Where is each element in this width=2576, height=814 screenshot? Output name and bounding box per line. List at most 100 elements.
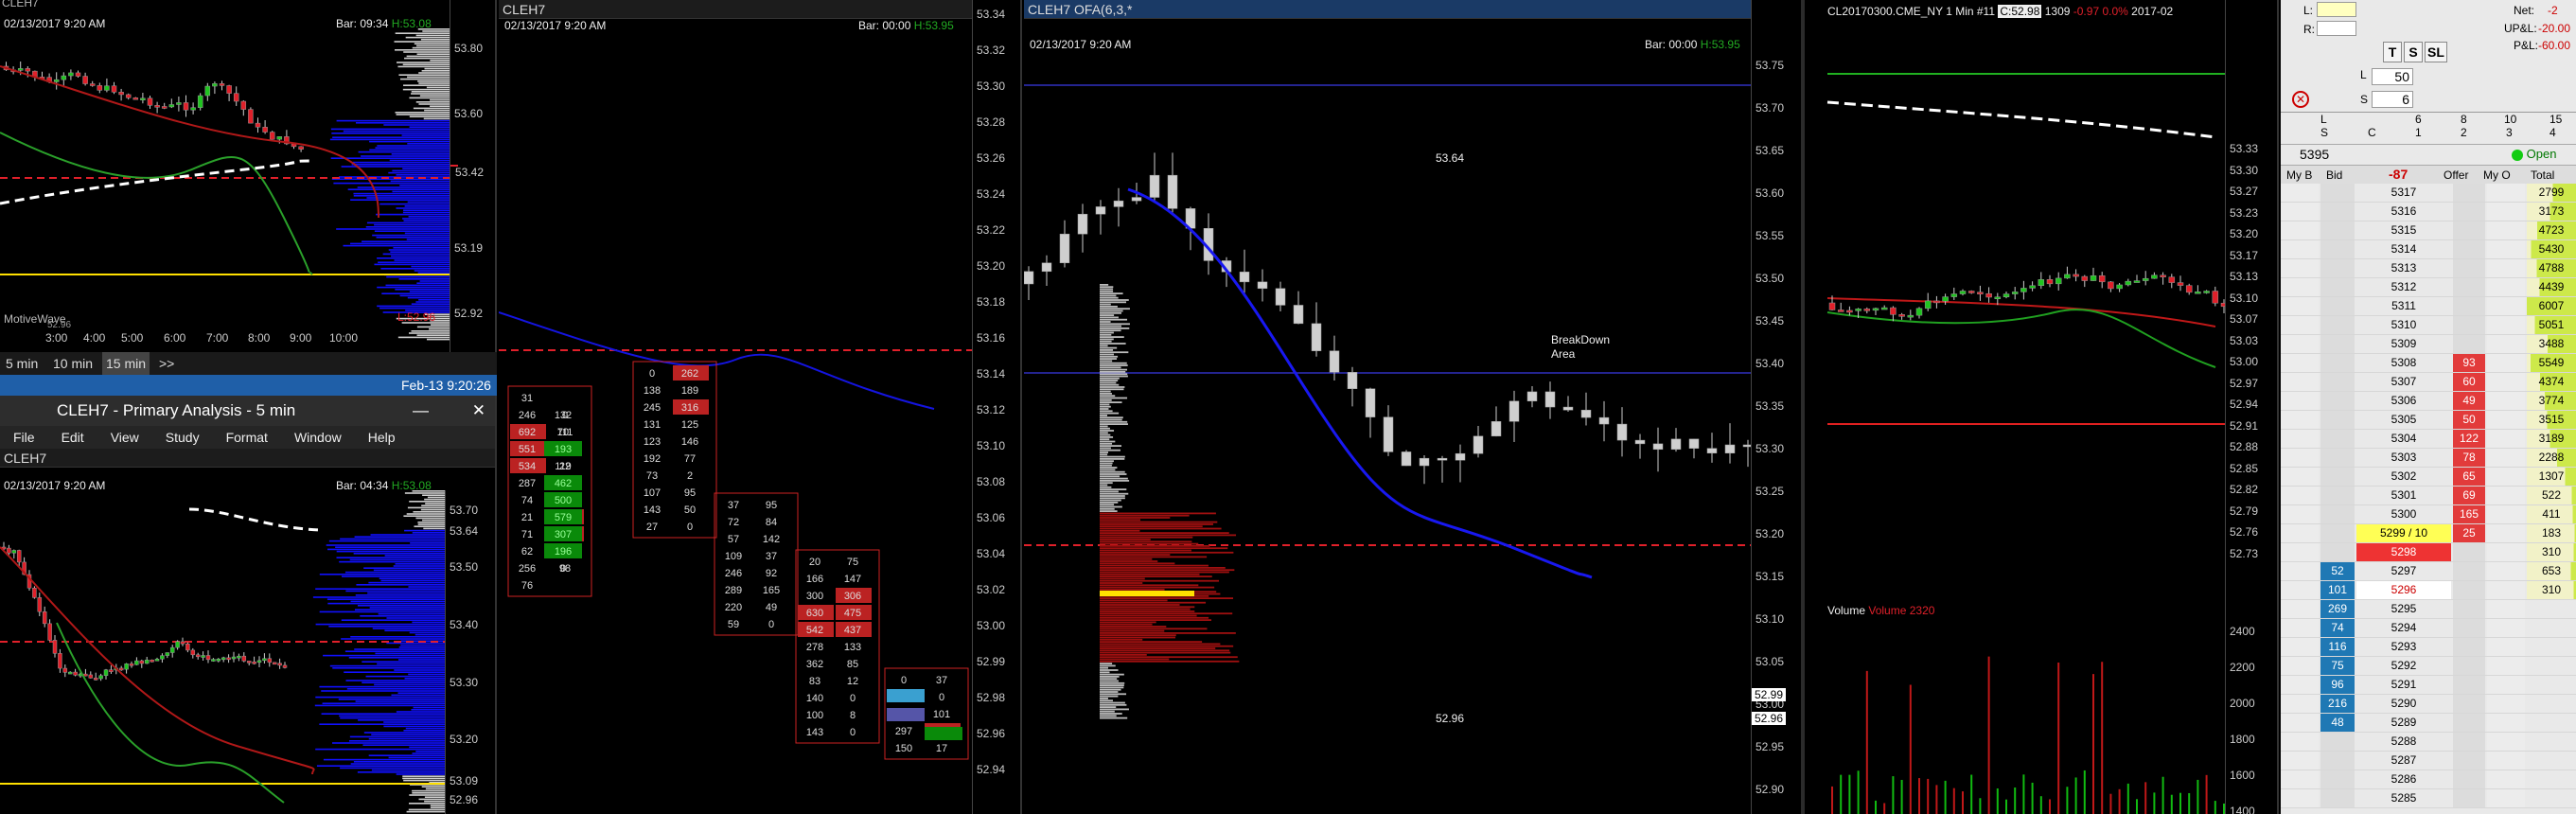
dom-offer[interactable] xyxy=(2453,657,2485,675)
dom-row[interactable]: 269 5295 xyxy=(2281,600,2576,619)
footprint-panel[interactable]: CLEH7 02/13/2017 9:20 AM Bar: 00:00 H:53… xyxy=(499,0,1022,814)
dom-bid[interactable] xyxy=(2320,449,2355,467)
dom-row[interactable]: 5299 / 10 25 183 xyxy=(2281,524,2576,543)
dom-row[interactable]: 74 5294 xyxy=(2281,619,2576,638)
dom-myoffer-cell[interactable] xyxy=(2487,259,2525,277)
dom-offer[interactable] xyxy=(2453,297,2485,315)
dom-row[interactable]: 5285 xyxy=(2281,789,2576,808)
close-icon[interactable]: ✕ xyxy=(472,396,485,426)
dom-l-field[interactable] xyxy=(2317,2,2356,17)
dom-offer[interactable] xyxy=(2453,278,2485,296)
dom-myoffer-cell[interactable] xyxy=(2487,221,2525,239)
dom-myoffer-cell[interactable] xyxy=(2487,638,2525,656)
dom-myoffer-cell[interactable] xyxy=(2487,733,2525,751)
dom-row[interactable]: 96 5291 xyxy=(2281,676,2576,695)
dom-mybid-cell[interactable] xyxy=(2281,411,2319,429)
menu-study[interactable]: Study xyxy=(166,430,200,445)
dom-offer[interactable] xyxy=(2453,752,2485,770)
dom-offer[interactable] xyxy=(2453,714,2485,732)
dom-myoffer-cell[interactable] xyxy=(2487,619,2525,637)
dom-row[interactable]: 5300 165 411 xyxy=(2281,505,2576,524)
dom-bid[interactable] xyxy=(2320,354,2355,372)
dom-open-toggle[interactable]: Open xyxy=(2512,147,2556,161)
dom-mybid-cell[interactable] xyxy=(2281,695,2319,713)
dom-mybid-cell[interactable] xyxy=(2281,278,2319,296)
interval-15min[interactable]: 15 min xyxy=(102,352,150,375)
dom-offer[interactable] xyxy=(2453,600,2485,618)
dom-offer[interactable] xyxy=(2453,619,2485,637)
dom-bid[interactable] xyxy=(2320,487,2355,504)
dom-myoffer-cell[interactable] xyxy=(2487,449,2525,467)
dom-r-field[interactable] xyxy=(2317,21,2356,36)
dom-myoffer-cell[interactable] xyxy=(2487,335,2525,353)
dom-row[interactable]: 5316 3173 xyxy=(2281,203,2576,221)
dom-sl-button[interactable]: SL xyxy=(2425,42,2447,62)
dom-mybid-cell[interactable] xyxy=(2281,354,2319,372)
dom-mybid-cell[interactable] xyxy=(2281,487,2319,504)
interval-5min[interactable]: 5 min xyxy=(6,352,38,375)
dom-myoffer-cell[interactable] xyxy=(2487,600,2525,618)
dom-myoffer-cell[interactable] xyxy=(2487,657,2525,675)
dom-offer[interactable] xyxy=(2453,638,2485,656)
dom-myoffer-cell[interactable] xyxy=(2487,505,2525,523)
dom-bid[interactable]: 101 xyxy=(2320,581,2355,599)
dom-row[interactable]: 5307 60 4374 xyxy=(2281,373,2576,392)
dom-mybid-cell[interactable] xyxy=(2281,335,2319,353)
dom-offer[interactable] xyxy=(2453,543,2485,561)
dom-bid[interactable] xyxy=(2320,468,2355,486)
menu-file[interactable]: File xyxy=(13,430,35,445)
dom-mybid-cell[interactable] xyxy=(2281,203,2319,221)
dom-t-button[interactable]: T xyxy=(2383,42,2402,62)
dom-myoffer-cell[interactable] xyxy=(2487,297,2525,315)
dom-bid[interactable] xyxy=(2320,373,2355,391)
dom-myoffer-cell[interactable] xyxy=(2487,316,2525,334)
dom-offer[interactable]: 69 xyxy=(2453,487,2485,504)
interval-more[interactable]: >> xyxy=(159,352,174,375)
dom-mybid-cell[interactable] xyxy=(2281,392,2319,410)
dom-myoffer-cell[interactable] xyxy=(2487,581,2525,599)
dom-offer[interactable] xyxy=(2453,335,2485,353)
dom-myoffer-cell[interactable] xyxy=(2487,524,2525,542)
dom-row[interactable]: 52 5297 653 xyxy=(2281,562,2576,581)
dom-myoffer-cell[interactable] xyxy=(2487,373,2525,391)
dom-myoffer-cell[interactable] xyxy=(2487,411,2525,429)
dom-mybid-cell[interactable] xyxy=(2281,789,2319,807)
dom-mybid-cell[interactable] xyxy=(2281,562,2319,580)
dom-myoffer-cell[interactable] xyxy=(2487,468,2525,486)
dom-row[interactable]: 5312 4439 xyxy=(2281,278,2576,297)
dom-offer[interactable] xyxy=(2453,695,2485,713)
menu-view[interactable]: View xyxy=(111,430,139,445)
dom-myoffer-cell[interactable] xyxy=(2487,354,2525,372)
dom-offer[interactable] xyxy=(2453,770,2485,788)
dom-bid[interactable] xyxy=(2320,316,2355,334)
dom-offer[interactable] xyxy=(2453,240,2485,258)
dom-bid[interactable]: 216 xyxy=(2320,695,2355,713)
dom-mybid-cell[interactable] xyxy=(2281,221,2319,239)
dom-row[interactable]: 5311 6007 xyxy=(2281,297,2576,316)
dom-mybid-cell[interactable] xyxy=(2281,468,2319,486)
dom-mybid-cell[interactable] xyxy=(2281,430,2319,448)
dom-mybid-cell[interactable] xyxy=(2281,543,2319,561)
interval-10min[interactable]: 10 min xyxy=(53,352,93,375)
dom-offer[interactable] xyxy=(2453,789,2485,807)
dom-row[interactable]: 5314 5430 xyxy=(2281,240,2576,259)
dom-row[interactable]: 5313 4788 xyxy=(2281,259,2576,278)
dom-myoffer-cell[interactable] xyxy=(2487,184,2525,202)
dom-bid[interactable]: 96 xyxy=(2320,676,2355,694)
dom-row[interactable]: 5309 3488 xyxy=(2281,335,2576,354)
dom-bid[interactable]: 75 xyxy=(2320,657,2355,675)
dom-row[interactable]: 5308 93 5549 xyxy=(2281,354,2576,373)
menu-help[interactable]: Help xyxy=(368,430,396,445)
dom-bid[interactable]: 52 xyxy=(2320,562,2355,580)
dom-myoffer-cell[interactable] xyxy=(2487,676,2525,694)
menu-window[interactable]: Window xyxy=(294,430,342,445)
dom-row[interactable]: 116 5293 xyxy=(2281,638,2576,657)
dom-row[interactable]: 75 5292 xyxy=(2281,657,2576,676)
dom-offer[interactable] xyxy=(2453,184,2485,202)
dom-myoffer-cell[interactable] xyxy=(2487,714,2525,732)
dom-bid[interactable] xyxy=(2320,543,2355,561)
dom-row[interactable]: 5310 5051 xyxy=(2281,316,2576,335)
dom-mybid-cell[interactable] xyxy=(2281,524,2319,542)
dom-offer[interactable]: 49 xyxy=(2453,392,2485,410)
dom-bid[interactable] xyxy=(2320,733,2355,751)
